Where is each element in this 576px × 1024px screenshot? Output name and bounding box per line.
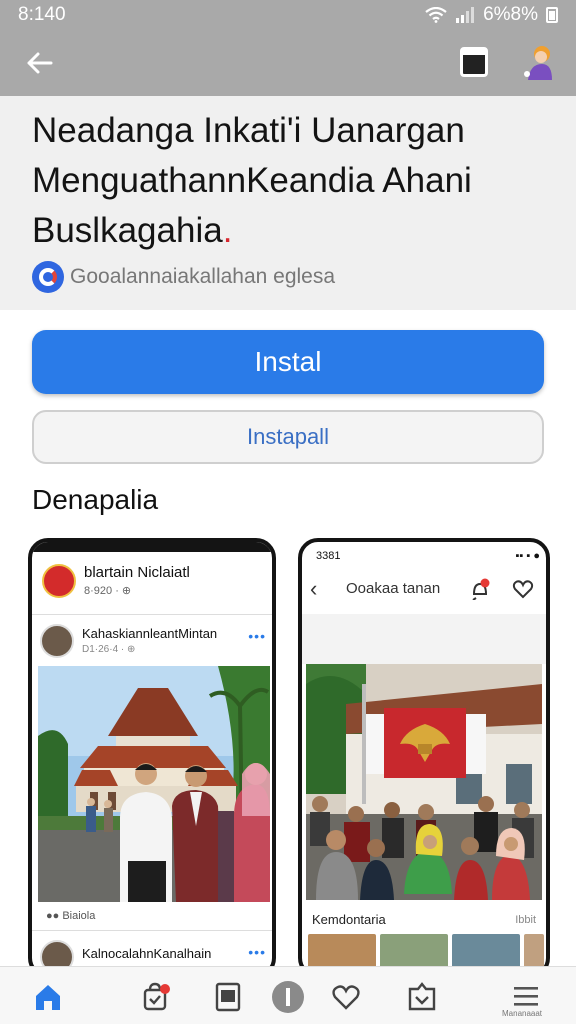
app-header-card: Neadanga Inkati'i Uanargan MenguathannKe… xyxy=(0,96,576,310)
menu-icon xyxy=(514,987,538,1006)
post-header: KahaskiannleantMintan D1·26·4 · ⊕ ••• xyxy=(38,622,272,662)
install-button[interactable]: Instal xyxy=(32,330,544,394)
heart-icon xyxy=(332,985,360,1010)
avatar-icon xyxy=(524,46,552,80)
wifi-icon xyxy=(425,7,447,23)
nav-inbox[interactable] xyxy=(402,977,442,1017)
bottom-nav: Mananaaat xyxy=(0,966,576,1024)
arrow-left-icon xyxy=(27,52,53,74)
publisher-logo-icon xyxy=(32,261,64,293)
title-line-1: Neadanga Inkati'i Uanargan xyxy=(32,111,465,150)
back-button[interactable] xyxy=(22,46,56,80)
thumbnail xyxy=(308,934,376,970)
publisher-row[interactable]: Gooalannaiakallahan eglesa xyxy=(32,261,335,293)
building-photo-image xyxy=(38,666,270,902)
thumbnail-strip xyxy=(308,934,544,970)
heart-icon xyxy=(512,580,534,599)
title-line-3: Buslkagahia. xyxy=(32,206,552,256)
thumbnail xyxy=(379,934,448,970)
tabs-icon[interactable] xyxy=(460,47,488,77)
post-caption: ●● Biaiola xyxy=(46,910,96,922)
title-dot: . xyxy=(222,211,233,250)
title-line-2: MenguathannKeandia Ahani xyxy=(32,161,472,200)
avatar xyxy=(40,624,74,658)
status-indicators: 6%8% xyxy=(425,4,558,26)
page-name: blartain Niclaiatl xyxy=(84,564,190,581)
nav-home[interactable] xyxy=(28,977,68,1017)
post-caption-right: Ibbit xyxy=(515,914,536,926)
flag-ceremony-image xyxy=(306,664,542,900)
more-icon: ••• xyxy=(248,628,266,644)
profile-avatar[interactable] xyxy=(518,42,558,82)
status-time: 8:140 xyxy=(18,4,66,25)
inbox-icon xyxy=(408,982,436,1011)
status-bar: 8:140 6%8% xyxy=(0,0,576,30)
phone-status-bar: 3381 ▪▪ ▪ ● xyxy=(316,550,540,562)
menu-label: Mananaaat xyxy=(502,1009,543,1018)
info-icon xyxy=(272,981,304,1013)
page-header: blartain Niclaiatl 8·920 · ⊕ xyxy=(38,560,272,612)
app-bar xyxy=(0,30,576,96)
battery-percent: 6%8% xyxy=(483,4,538,25)
app-screen: 8:140 6%8% Neadanga Inkati'i Uanargan Me… xyxy=(0,0,576,1024)
phone-time: 3381 xyxy=(316,550,341,562)
post-photo xyxy=(38,666,270,902)
shopping-bag-icon xyxy=(143,982,170,1011)
screenshot-right[interactable]: 3381 ▪▪ ▪ ● ‹ Ooakaa tanan Kemdontaria I… xyxy=(298,538,550,978)
post-author-2: KalnocalahnKanalhain xyxy=(82,946,212,961)
divider xyxy=(32,930,272,931)
phone-notch xyxy=(32,542,272,552)
phone-app-bar: ‹ Ooakaa tanan xyxy=(302,570,546,612)
battery-icon xyxy=(546,7,558,23)
page-title: Neadanga Inkati'i Uanargan MenguathannKe… xyxy=(32,106,552,256)
page-sub: 8·920 · ⊕ xyxy=(84,585,132,597)
nav-info[interactable] xyxy=(268,977,308,1017)
screenshot-left[interactable]: blartain Niclaiatl 8·920 · ⊕ Kahaskiannl… xyxy=(28,538,276,978)
phone-page-title: Ooakaa tanan xyxy=(346,580,441,597)
page-logo xyxy=(42,564,76,598)
nav-shop[interactable] xyxy=(136,977,176,1017)
publisher-name: Gooalannaiakallahan eglesa xyxy=(70,265,336,288)
more-icon: ••• xyxy=(248,944,266,960)
thumbnail xyxy=(523,934,544,970)
post-meta: D1·26·4 · ⊕ xyxy=(82,644,136,655)
secondary-install-button[interactable]: Instapall xyxy=(32,410,544,464)
phone-signal: ▪▪ ▪ ● xyxy=(515,550,540,562)
tablet-icon xyxy=(215,982,241,1012)
chevron-left-icon: ‹ xyxy=(310,576,318,601)
nav-tablet[interactable] xyxy=(208,977,248,1017)
title-line-3-text: Buslkagahia xyxy=(32,211,223,250)
signal-icon xyxy=(456,7,475,23)
home-icon xyxy=(36,985,60,1010)
screenshots-heading: Denapalia xyxy=(32,484,159,515)
post-photo xyxy=(306,664,542,900)
post-author: KahaskiannleantMintan xyxy=(82,626,218,641)
content-band xyxy=(302,614,546,664)
post-caption: Kemdontaria xyxy=(312,912,386,927)
divider xyxy=(32,614,272,615)
notification-icon xyxy=(472,578,490,600)
nav-favorites[interactable] xyxy=(326,977,366,1017)
thumbnail xyxy=(451,934,520,970)
